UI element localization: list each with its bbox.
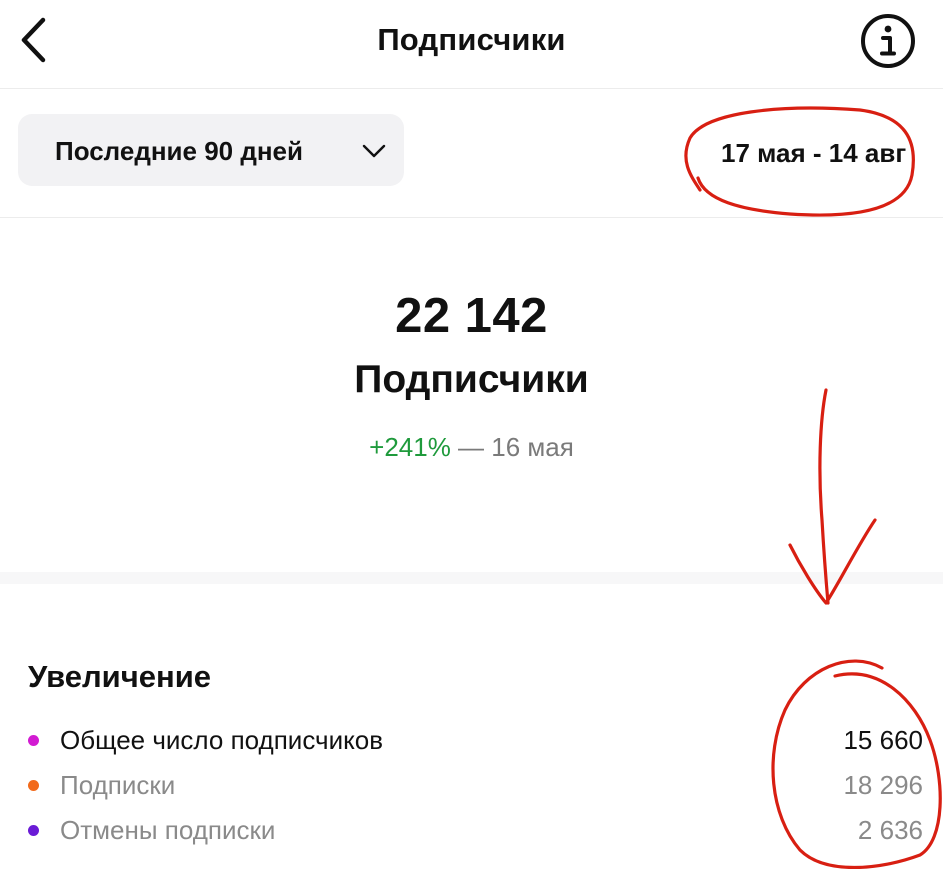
change-indicator: +241% — 16 мая bbox=[0, 432, 943, 463]
info-button[interactable] bbox=[859, 12, 917, 70]
metric-row-total-followers: Общее число подписчиков 15 660 bbox=[0, 721, 943, 761]
section-divider bbox=[0, 572, 943, 584]
metric-row-follows: Подписки 18 296 bbox=[0, 766, 943, 806]
subscribers-screen: Подписчики Последние 90 дней 17 мая - 14… bbox=[0, 0, 943, 869]
metric-label: Отмены подписки bbox=[60, 815, 276, 845]
growth-section: Увеличение Общее число подписчиков 15 66… bbox=[0, 584, 943, 869]
total-subscribers-count: 22 142 bbox=[395, 289, 548, 343]
metric-value: 18 296 bbox=[843, 770, 923, 800]
growth-section-title: Увеличение bbox=[28, 659, 212, 694]
legend-dot bbox=[28, 825, 39, 836]
period-dropdown[interactable]: Последние 90 дней bbox=[18, 114, 404, 186]
metric-value: 15 660 bbox=[843, 725, 923, 755]
page-title: Подписчики bbox=[377, 22, 566, 57]
metric-row-unfollows: Отмены подписки 2 636 bbox=[0, 811, 943, 851]
total-subscribers-label: Подписчики bbox=[354, 358, 589, 401]
legend-dot bbox=[28, 780, 39, 791]
change-percent: +241% bbox=[369, 432, 451, 462]
period-dropdown-label: Последние 90 дней bbox=[55, 136, 303, 166]
change-date: — 16 мая bbox=[450, 432, 574, 462]
date-range-label: 17 мая - 14 авг bbox=[721, 138, 907, 168]
info-icon bbox=[861, 14, 915, 68]
legend-dot bbox=[28, 735, 39, 746]
metric-label: Подписки bbox=[60, 770, 176, 800]
chevron-down-icon bbox=[362, 144, 386, 158]
subscribers-summary: 22 142 Подписчики +241% — 16 мая bbox=[0, 218, 943, 572]
metric-value: 2 636 bbox=[857, 815, 923, 845]
top-bar: Подписчики bbox=[0, 0, 943, 89]
metric-label: Общее число подписчиков bbox=[60, 725, 384, 755]
period-filter-row: Последние 90 дней 17 мая - 14 авг bbox=[0, 89, 943, 218]
